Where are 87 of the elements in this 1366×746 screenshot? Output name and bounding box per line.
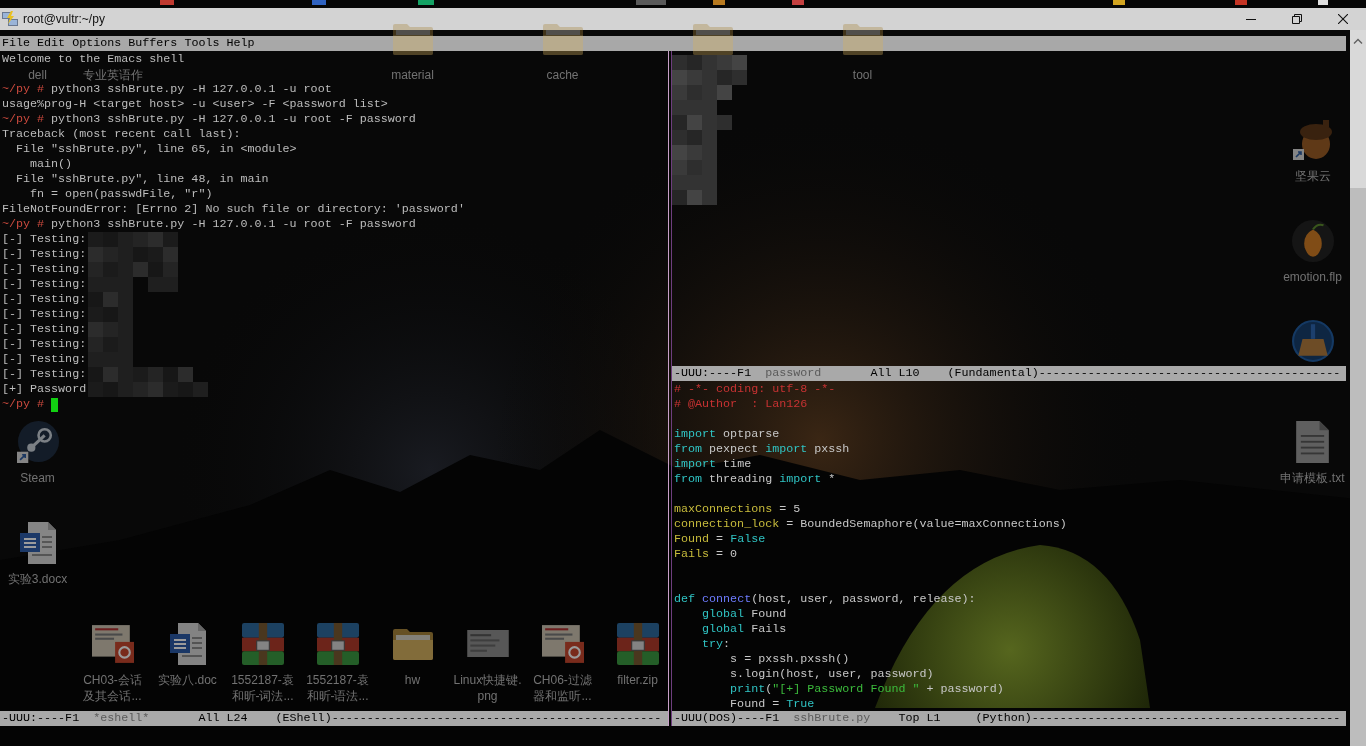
shell-output-line: [-] Testing: [2, 367, 87, 382]
word-document-icon[interactable] [169, 622, 206, 665]
circle-logo-icon[interactable] [16, 421, 59, 464]
shell-command-line: ~/py # [2, 397, 45, 412]
fruit-icon[interactable] [1291, 219, 1334, 262]
shell-command-line: ~/py # python3 sshBrute.py -H 127.0.0.1 -u root -F password [2, 112, 416, 127]
code-line: Fails = 0 [674, 547, 738, 562]
folder-icon[interactable] [392, 627, 433, 660]
restore-icon[interactable] [1292, 14, 1302, 24]
code-line: Found = True [729, 697, 815, 712]
menu-item[interactable]: Options [72, 36, 122, 50]
image-file-icon[interactable] [466, 630, 509, 658]
icon-label[interactable]: 申请模板.txt [1280, 470, 1345, 487]
icon-label[interactable]: 专业英语作 [82, 67, 143, 83]
computer-lightning-icon [2, 11, 18, 27]
code-line: global Found [701, 607, 787, 622]
menu-item[interactable]: Tools [184, 36, 220, 50]
icon-label[interactable]: Linux快捷键. png [453, 671, 522, 704]
icon-label[interactable]: CH03-会话 及其会话... [83, 671, 142, 704]
code-line: s.login(host, user, password) [729, 667, 934, 682]
icon-label[interactable]: tool [852, 67, 873, 83]
shell-output-line: [-] Testing: [2, 352, 87, 367]
scrollbar-thumb[interactable] [1350, 188, 1366, 746]
icon-label[interactable]: CH06-过滤 器和监听... [533, 671, 592, 704]
shell-output-line: [-] Testing: [2, 277, 87, 292]
code-line: s = pxssh.pxssh() [729, 652, 850, 667]
code-line: maxConnections = 5 [674, 502, 801, 517]
icon-label[interactable]: dell [28, 67, 47, 83]
archive-icon[interactable] [241, 622, 284, 665]
text-file-icon[interactable] [1296, 421, 1329, 464]
code-line: from threading import * [674, 472, 836, 487]
shell-output-line: fn = open(passwdFile, "r") [29, 187, 213, 202]
slides-document-icon[interactable] [91, 624, 134, 663]
icon-label[interactable]: 1552187-袁 和昕-词法... [231, 671, 294, 704]
shell-output-line: [-] Testing: [2, 292, 87, 307]
code-line: # @Author : Lan126 [674, 397, 808, 412]
minimize-icon[interactable] [1246, 18, 1256, 20]
shell-command-line: ~/py # python3 sshBrute.py -H 127.0.0.1 -u root -F password [2, 217, 416, 232]
scrollbar[interactable] [1350, 30, 1366, 746]
shell-output-line: Traceback (most recent call last): [2, 127, 241, 142]
icon-label[interactable]: hw [404, 671, 421, 688]
shell-output-line: [+] Password [2, 382, 87, 397]
archive-icon[interactable] [316, 622, 359, 665]
shell-output-line: main() [29, 157, 73, 172]
archive-icon[interactable] [616, 622, 659, 665]
code-line: from pexpect import pxssh [674, 442, 850, 457]
icon-label[interactable]: 坚果云 [1294, 167, 1331, 184]
icon-label[interactable]: cache [546, 67, 579, 83]
shell-command-line: ~/py # python3 sshBrute.py -H 127.0.0.1 -u root [2, 82, 332, 97]
caret-up-icon[interactable] [1353, 38, 1363, 44]
slides-document-icon[interactable] [541, 624, 584, 663]
shell-output-line: File "sshBrute.py", line 48, in main [15, 172, 269, 187]
code-line: # -*- coding: utf-8 -*- [674, 382, 836, 397]
icon-label[interactable]: emotion.flp [1283, 268, 1342, 285]
shell-output-line: [-] Testing: [2, 262, 87, 277]
shell-output-line: File "sshBrute.py", line 65, in <module> [15, 142, 297, 157]
window-title: root@vultr:~/py [23, 11, 105, 27]
shell-output-line: [-] Testing: [2, 307, 87, 322]
code-line: print("[+] Password Found " + password) [729, 682, 1004, 697]
code-line: global Fails [701, 622, 787, 637]
menu-item[interactable]: Buffers [128, 36, 178, 50]
icon-label[interactable]: 1552187-袁 和昕-语法... [306, 671, 369, 704]
shell-output-line: [-] Testing: [2, 232, 87, 247]
shell-output-line: [-] Testing: [2, 322, 87, 337]
shell-output-line: [-] Testing: [2, 247, 87, 262]
menu-item[interactable]: Help [226, 36, 255, 50]
broom-icon[interactable] [1291, 320, 1334, 363]
code-line: import optparse [674, 427, 780, 442]
menu-item[interactable]: File [2, 36, 31, 50]
shell-output-line: usage%prog-H <target host> -u <user> -F <password list> [2, 97, 388, 112]
shell-output-line: FileNotFoundError: [Errno 2] No such file or directory: 'password' [2, 202, 465, 217]
shell-output-line: Welcome to the Emacs shell [2, 52, 185, 67]
icon-label[interactable]: material [391, 67, 434, 83]
icon-label[interactable]: 实验八.doc [158, 671, 217, 688]
icon-label[interactable]: Steam [20, 470, 55, 487]
code-line: def connect(host, user, password, release): [674, 592, 976, 607]
shell-output-line: [-] Testing: [2, 337, 87, 352]
menu-item[interactable]: Edit [37, 36, 66, 50]
close-icon[interactable] [1338, 14, 1348, 24]
icon-label[interactable]: 实验3.docx [7, 571, 68, 587]
acorn-icon[interactable] [1292, 119, 1333, 161]
icon-label[interactable]: filter.zip [617, 671, 658, 688]
code-line: try: [701, 637, 731, 652]
code-line: connection_lock = BoundedSemaphore(value=maxConnections) [674, 517, 1067, 532]
code-line: Found = False [674, 532, 766, 547]
code-line: import time [674, 457, 752, 472]
word-document-icon[interactable] [19, 522, 56, 564]
